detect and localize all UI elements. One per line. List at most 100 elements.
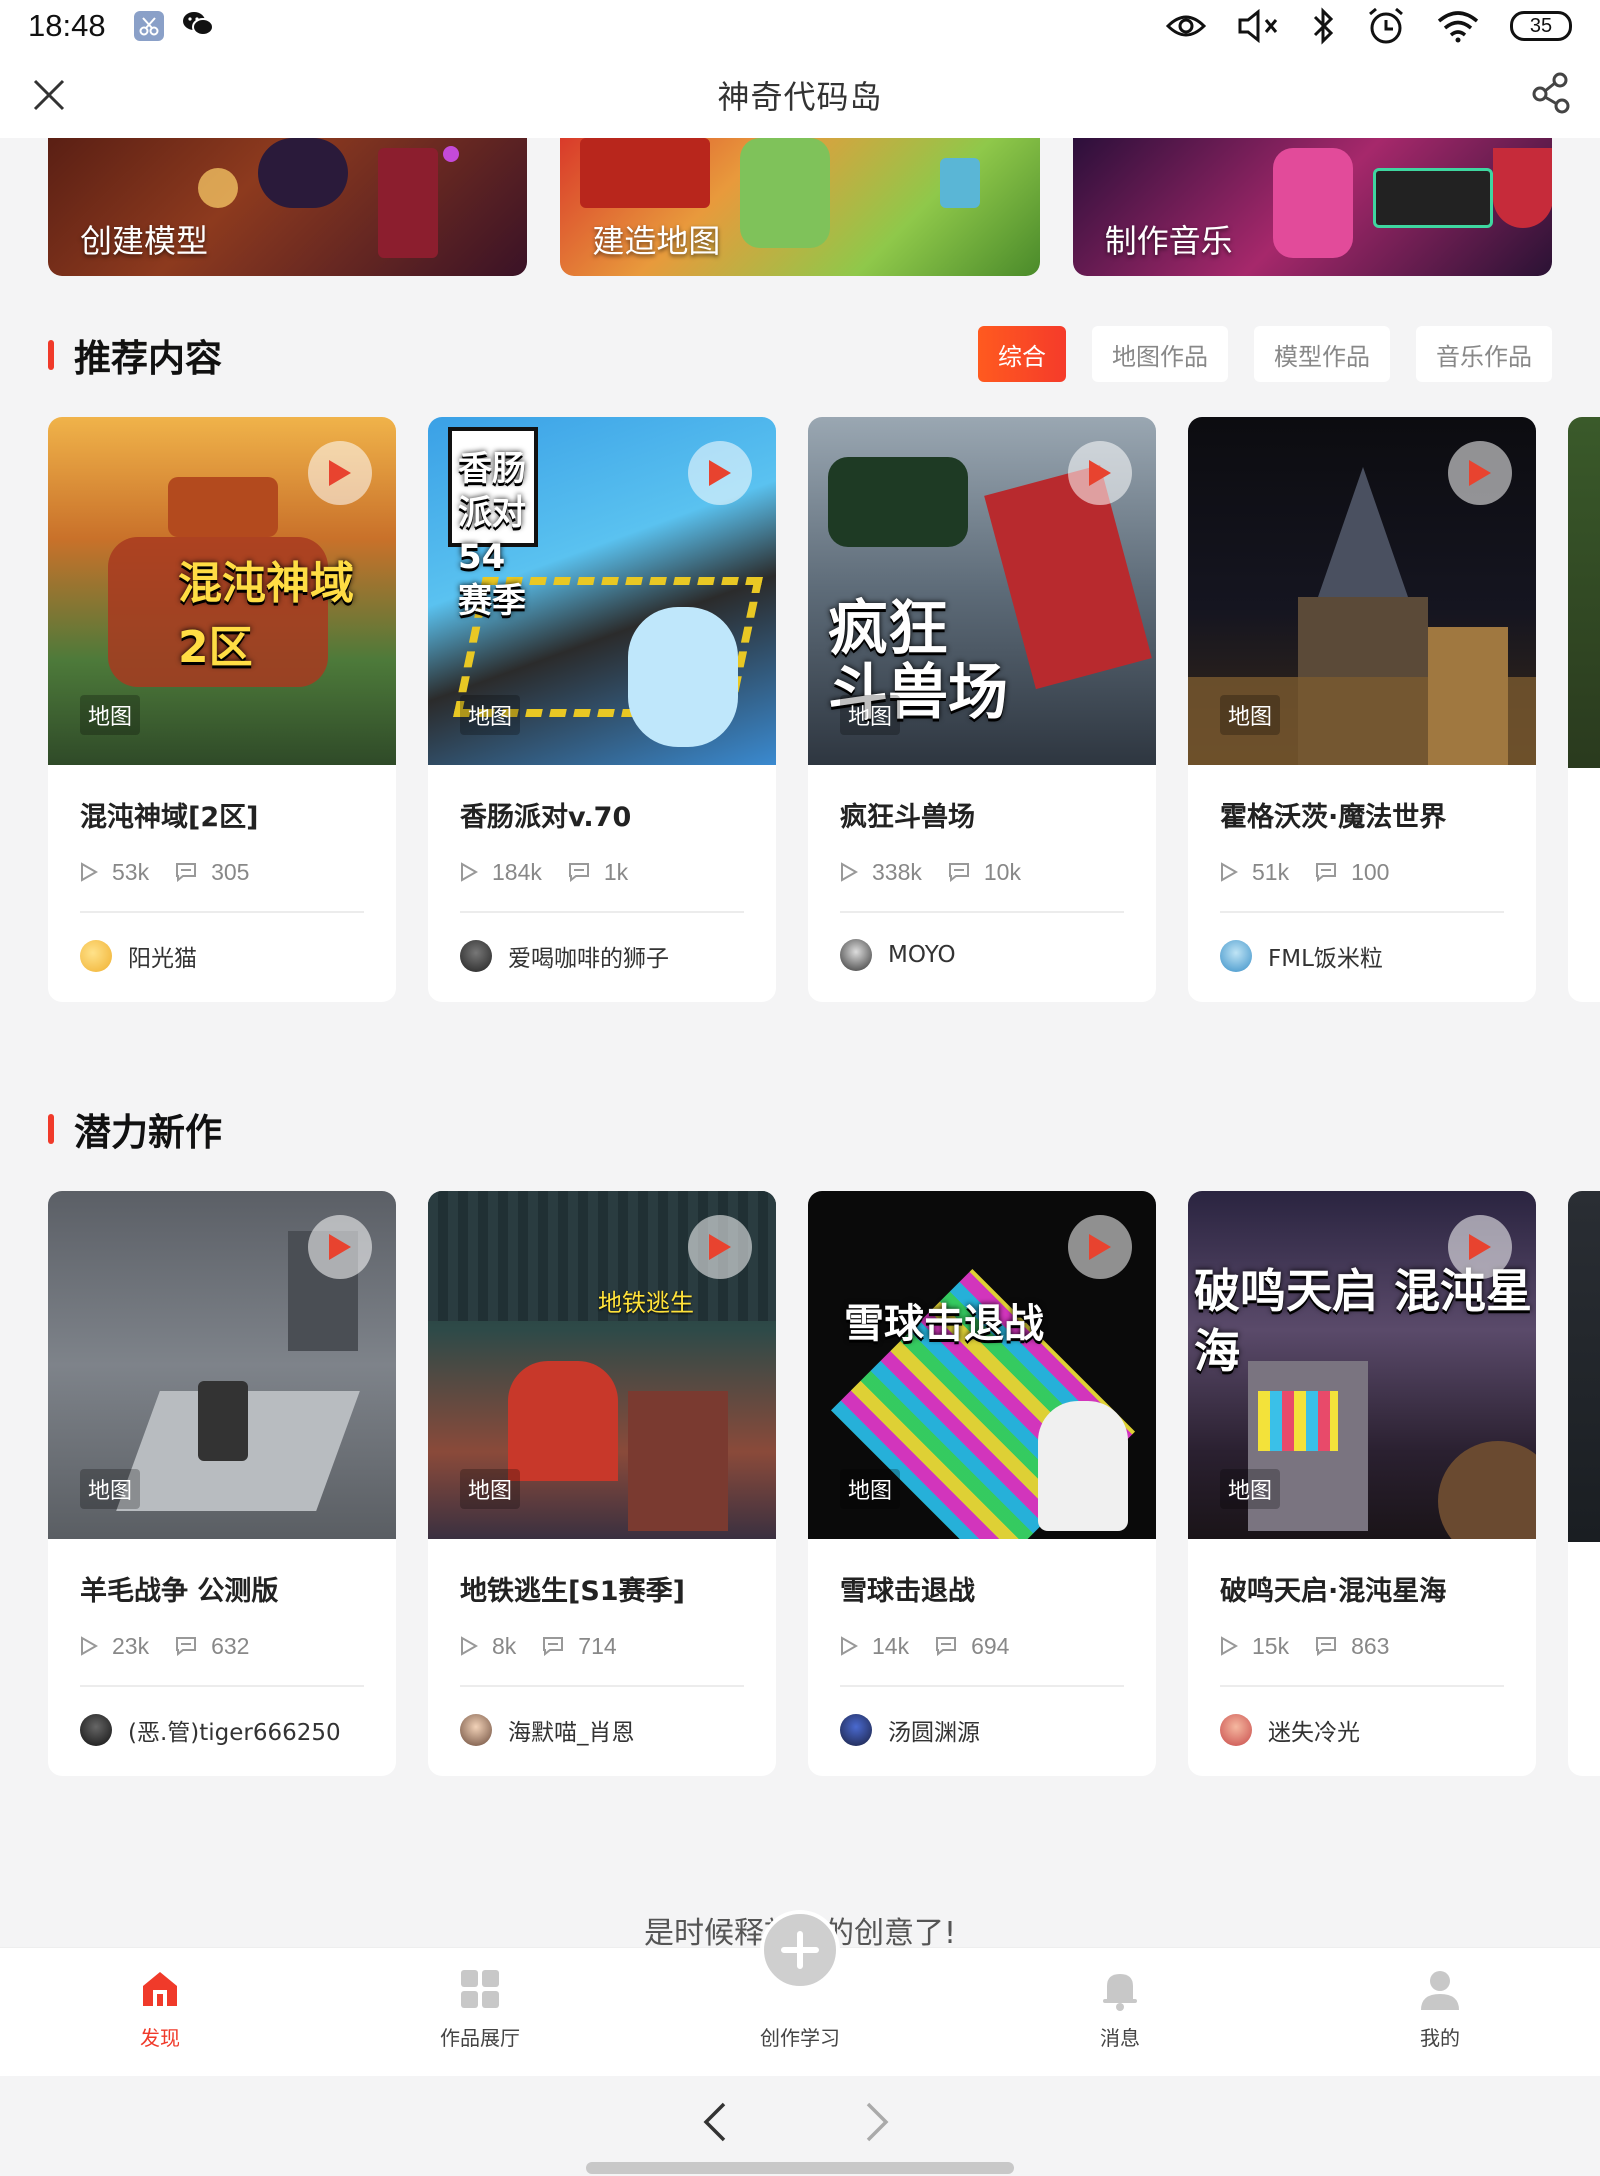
card-author[interactable]: 阳光猫 <box>80 939 364 973</box>
play-count: 338k <box>872 858 922 885</box>
filter-tab-maps[interactable]: 地图作品 <box>1092 326 1228 382</box>
system-nav-bar <box>0 2076 1600 2176</box>
work-card[interactable]: 疯狂 斗兽场 地图 疯狂斗兽场 338k 10k MOYO <box>808 417 1156 1002</box>
play-count-icon <box>81 862 98 882</box>
card-type-tag: 地图 <box>1220 695 1281 735</box>
play-count-icon <box>461 1636 478 1656</box>
banner-create-model[interactable]: 创建模型 <box>48 138 528 276</box>
card-author[interactable]: 迷失冷光 <box>1220 1713 1504 1747</box>
play-button[interactable] <box>688 441 752 505</box>
nav-label: 我的 <box>1420 2026 1460 2050</box>
card-stats: 338k 10k <box>840 855 1124 889</box>
card-title: 霍格沃茨·魔法世界 <box>1220 802 1447 833</box>
comment-icon <box>543 1637 564 1656</box>
card-title: 地铁逃生[S1赛季] <box>460 1576 685 1607</box>
play-button[interactable] <box>688 1215 752 1279</box>
banner-label: 建造地图 <box>592 222 721 260</box>
play-button[interactable] <box>1448 1215 1512 1279</box>
play-count-icon <box>81 1636 98 1656</box>
create-button[interactable] <box>760 1910 840 1990</box>
play-icon <box>709 460 731 486</box>
close-button[interactable] <box>26 72 72 118</box>
card-stats: 14k 694 <box>840 1629 1124 1663</box>
section-accent-bar <box>48 1114 54 1144</box>
banner-make-music[interactable]: 制作音乐 <box>1072 138 1552 276</box>
card-stats: 15k 863 <box>1220 1629 1504 1663</box>
nav-label: 作品展厅 <box>440 2026 520 2050</box>
card-author[interactable]: 海默喵_肖恩 <box>460 1713 744 1747</box>
status-bar: 18:48 35 <box>0 0 1600 52</box>
next-card-peek[interactable] <box>1568 417 1600 1002</box>
card-type-tag: 地图 <box>460 1469 521 1509</box>
next-card-peek[interactable] <box>1568 1191 1600 1776</box>
card-author[interactable]: (恶.管)tiger666250 <box>80 1713 364 1747</box>
back-button[interactable] <box>700 2100 730 2148</box>
card-type-tag: 地图 <box>840 695 901 735</box>
work-card[interactable]: 地图 霍格沃茨·魔法世界 51k 100 FML饭米粒 <box>1188 417 1536 1002</box>
home-indicator[interactable] <box>586 2162 1014 2174</box>
play-icon <box>1089 1234 1111 1260</box>
battery-indicator: 35 <box>1510 11 1572 41</box>
share-button[interactable] <box>1530 70 1576 116</box>
play-button[interactable] <box>1068 1215 1132 1279</box>
card-title: 疯狂斗兽场 <box>840 802 975 833</box>
nav-create-learn[interactable]: 创作学习 <box>640 1910 960 2076</box>
filter-tab-models[interactable]: 模型作品 <box>1254 326 1390 382</box>
work-card[interactable]: 破鸣天启 混沌星海 地图 破鸣天启·混沌星海 15k 863 迷失冷光 <box>1188 1191 1536 1776</box>
avatar <box>460 1714 492 1746</box>
work-card[interactable]: 地图 羊毛战争 公测版 23k 632 (恶.管)tiger666250 <box>48 1191 396 1776</box>
bell-icon <box>1103 1974 1137 2011</box>
nav-profile[interactable]: 我的 <box>1280 1948 1600 2076</box>
work-card[interactable]: 地铁逃生 地图 地铁逃生[S1赛季] 8k 714 海默喵_肖恩 <box>428 1191 776 1776</box>
play-count-icon <box>461 862 478 882</box>
section-title: 潜力新作 <box>74 1111 222 1154</box>
card-author[interactable]: FML饭米粒 <box>1220 939 1504 973</box>
chevron-left-icon <box>703 2102 726 2142</box>
play-button[interactable] <box>1068 441 1132 505</box>
comment-count: 1k <box>603 858 629 885</box>
nav-gallery[interactable]: 作品展厅 <box>320 1948 640 2076</box>
forward-button[interactable] <box>862 2100 892 2148</box>
author-name: 爱喝咖啡的狮子 <box>508 946 669 972</box>
banner-build-map[interactable]: 建造地图 <box>560 138 1040 276</box>
comment-icon <box>176 1637 197 1656</box>
play-icon <box>329 1234 351 1260</box>
avatar <box>460 940 492 972</box>
filter-tab-music[interactable]: 音乐作品 <box>1416 326 1552 382</box>
card-author[interactable]: 汤圆渊源 <box>840 1713 1124 1747</box>
comment-icon <box>176 863 197 882</box>
play-count-icon <box>1221 862 1238 882</box>
work-card[interactable]: 雪球击退战 地图 雪球击退战 14k 694 汤圆渊源 <box>808 1191 1156 1776</box>
nav-label: 发现 <box>140 2026 180 2050</box>
work-card[interactable]: 香肠派对 54赛季 地图 香肠派对v.70 184k 1k 爱喝咖啡的狮子 <box>428 417 776 1002</box>
alarm-icon <box>1366 6 1406 46</box>
scissors-app-icon <box>133 11 164 41</box>
play-button[interactable] <box>1448 441 1512 505</box>
play-button[interactable] <box>308 441 372 505</box>
play-button[interactable] <box>308 1215 372 1279</box>
card-title: 破鸣天启·混沌星海 <box>1220 1576 1447 1607</box>
banner-label: 制作音乐 <box>1104 222 1233 260</box>
title-bar: 神奇代码岛 <box>0 52 1600 138</box>
close-icon <box>33 79 65 111</box>
status-time: 18:48 <box>28 8 106 43</box>
feature-banners: 创建模型 建造地图 制作音乐 <box>48 138 1552 278</box>
comment-count: 10k <box>983 858 1021 885</box>
card-stats: 8k 714 <box>460 1629 744 1663</box>
thumb-overlay-text: 地铁逃生 <box>598 1289 694 1317</box>
section-title: 推荐内容 <box>74 337 222 380</box>
nav-discover[interactable]: 发现 <box>0 1948 320 2076</box>
card-author[interactable]: MOYO <box>840 939 1124 971</box>
grid-icon <box>461 1970 499 2008</box>
card-author[interactable]: 爱喝咖啡的狮子 <box>460 939 744 973</box>
home-icon <box>143 1972 177 2006</box>
card-type-tag: 地图 <box>1220 1469 1281 1509</box>
nav-messages[interactable]: 消息 <box>960 1948 1280 2076</box>
work-card[interactable]: 混沌神域 2区 地图 混沌神域[2区] 53k 305 阳光猫 <box>48 417 396 1002</box>
author-name: MOYO <box>888 942 956 968</box>
card-thumbnail: 疯狂 斗兽场 地图 <box>808 417 1156 765</box>
filter-tab-all[interactable]: 综合 <box>978 326 1066 382</box>
play-count: 53k <box>112 858 150 885</box>
eye-icon <box>1166 12 1206 40</box>
avatar <box>80 1714 112 1746</box>
